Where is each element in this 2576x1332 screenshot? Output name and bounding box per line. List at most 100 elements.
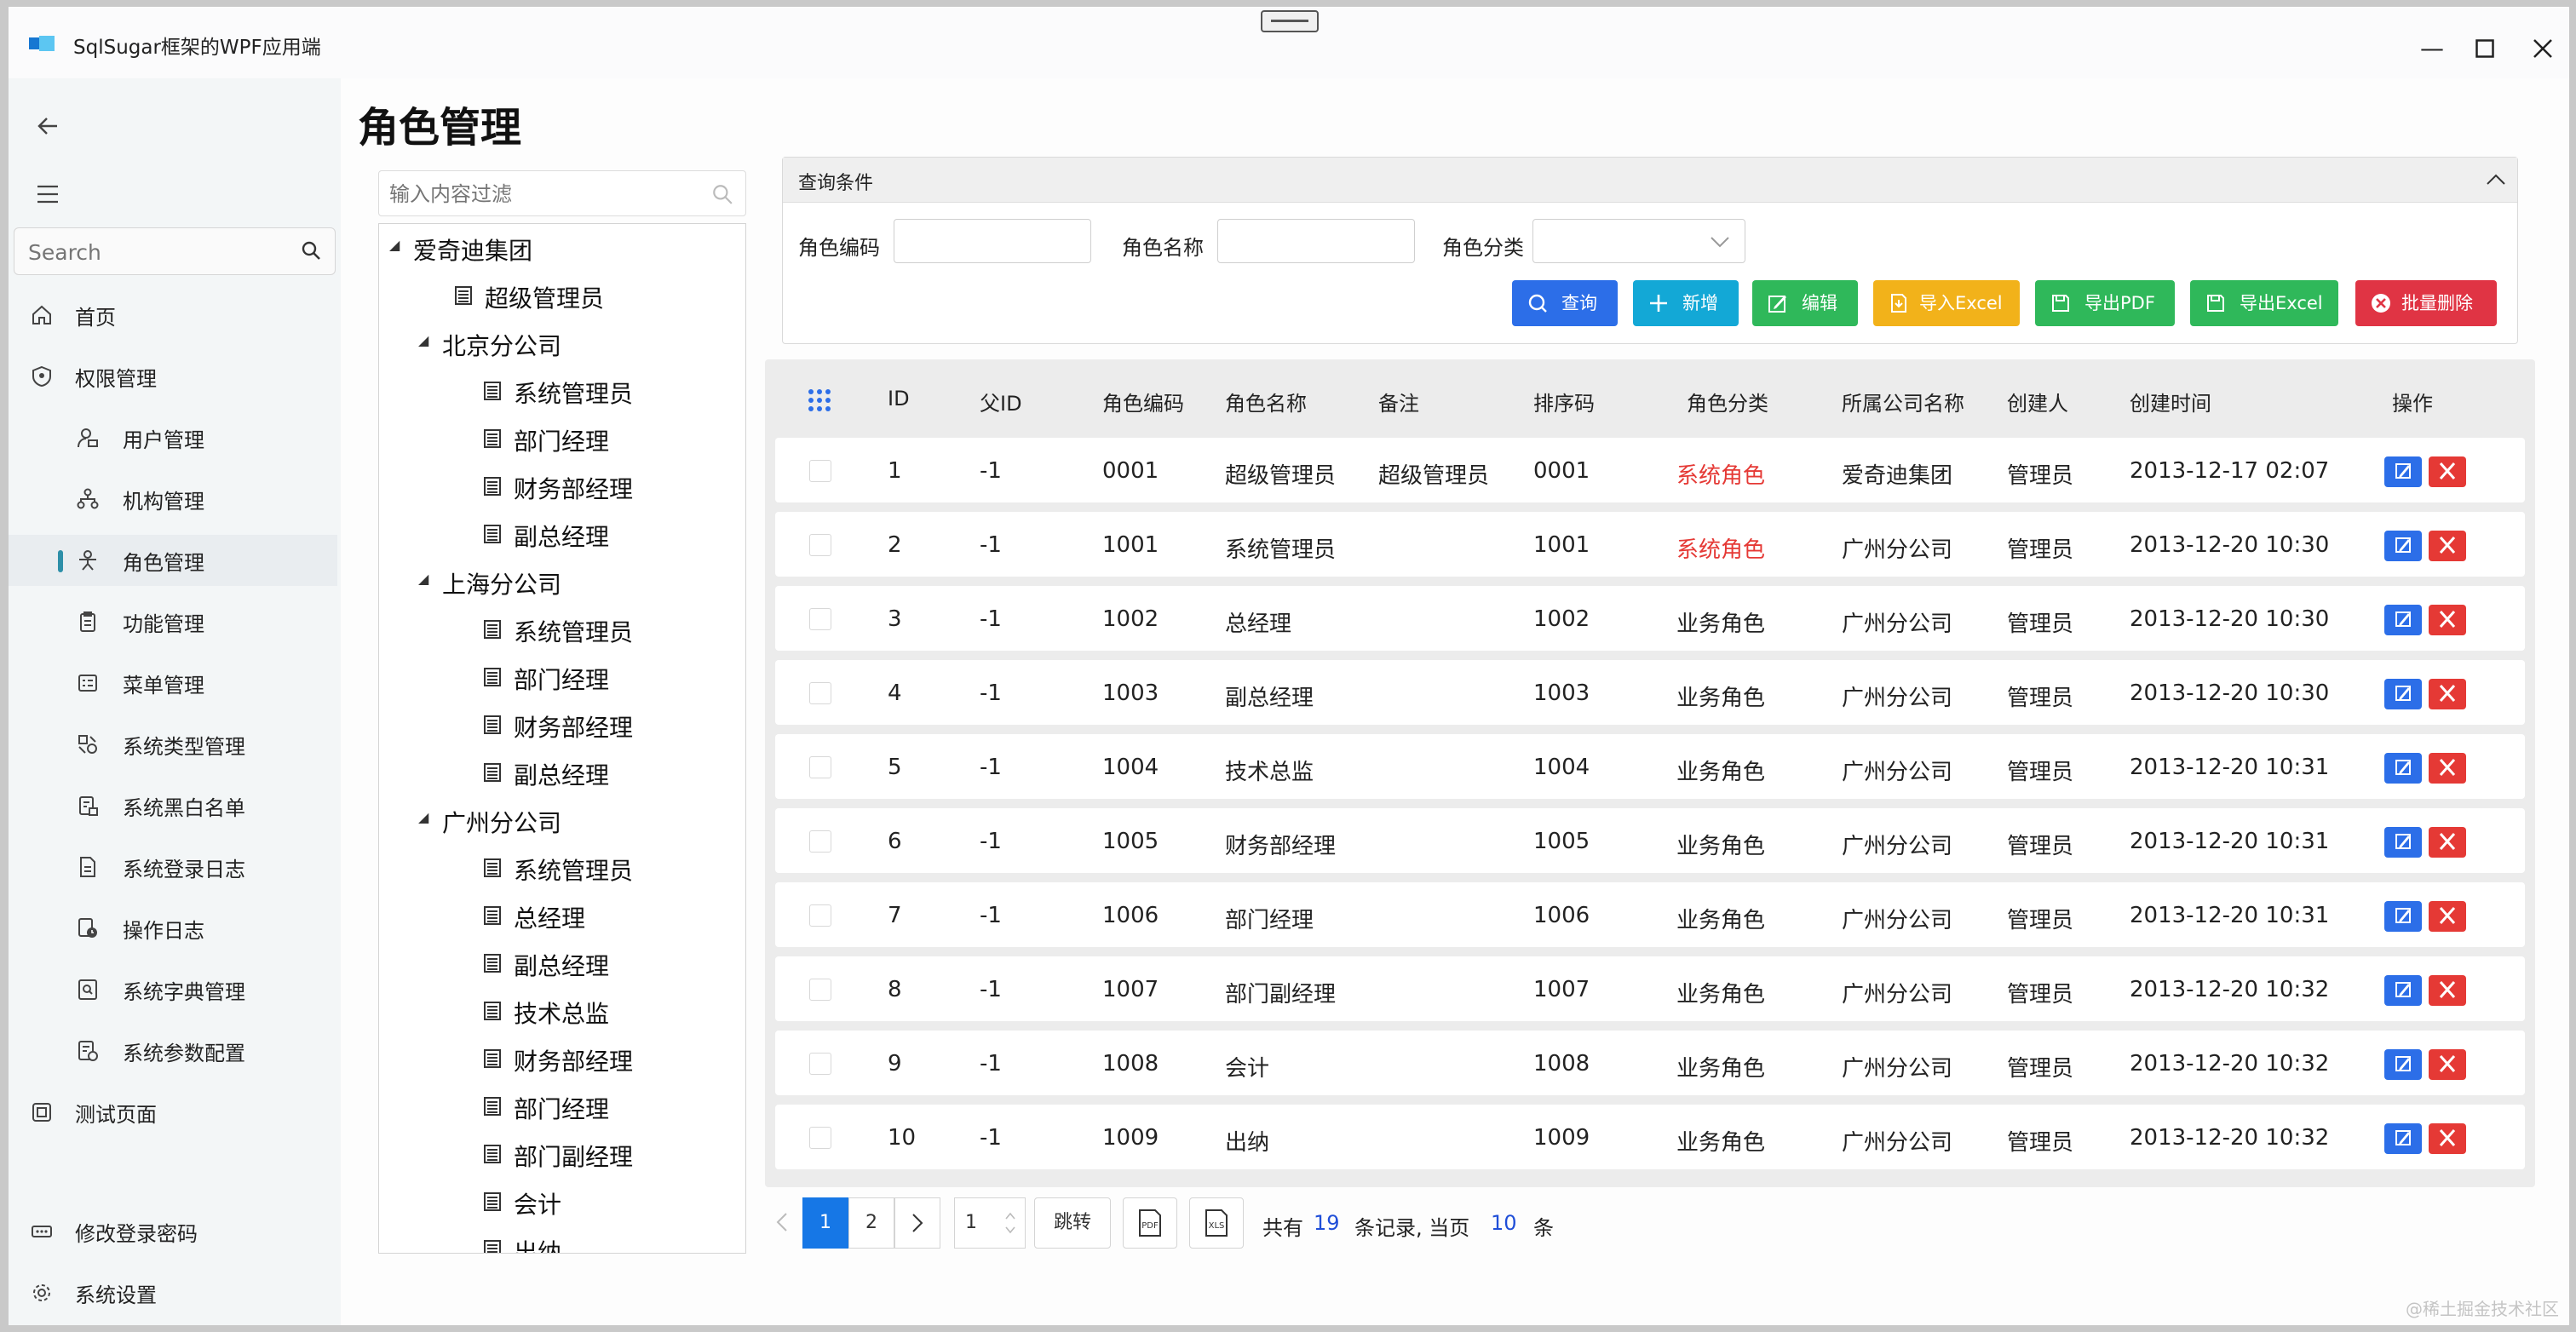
row-checkbox[interactable] (809, 904, 831, 927)
nav-item-parameters[interactable]: 系统参数配置 (9, 1025, 337, 1077)
row-delete-button[interactable] (2429, 1123, 2466, 1154)
row-delete-button[interactable] (2429, 531, 2466, 561)
table-row[interactable]: 4 -1 1003 副总经理 1003 业务角色 广州分公司 管理员 2013-12-20 10… (775, 660, 2525, 725)
row-delete-button[interactable] (2429, 975, 2466, 1006)
minimize-button[interactable]: — (2412, 29, 2452, 68)
table-row[interactable]: 10 -1 1009 出纳 1009 业务角色 广州分公司 管理员 2013-12-20 10:… (775, 1105, 2525, 1169)
nav-item-functions[interactable]: 功能管理 (9, 596, 337, 647)
tree-node[interactable]: 技术总监 (379, 994, 737, 1028)
tree-node[interactable]: 财务部经理 (379, 469, 737, 503)
nav-item-test-page[interactable]: 测试页面 (9, 1087, 337, 1138)
query-panel-header[interactable]: 查询条件 (783, 158, 2517, 203)
tree-node[interactable]: 部门经理 (379, 1089, 737, 1123)
nav-item-settings[interactable]: 系统设置 (9, 1267, 337, 1318)
row-checkbox[interactable] (809, 534, 831, 556)
tree-node[interactable]: 系统管理员 (379, 851, 737, 885)
column-header[interactable]: 排序码 (1533, 387, 1595, 416)
nav-item-operation-log[interactable]: 操作日志 (9, 903, 337, 954)
nav-item-change-password[interactable]: 修改登录密码 (9, 1206, 337, 1257)
nav-search-box[interactable] (14, 227, 336, 275)
role-code-input[interactable] (894, 219, 1091, 263)
import-excel-button[interactable]: 导入Excel (1873, 280, 2020, 326)
nav-item-roles[interactable]: 角色管理 (9, 535, 337, 586)
row-edit-button[interactable] (2384, 753, 2422, 784)
tree-node[interactable]: 部门经理 (379, 660, 737, 694)
tree-node[interactable]: ◢ 广州分公司 (379, 803, 737, 837)
row-delete-button[interactable] (2429, 605, 2466, 635)
jump-button[interactable]: 跳转 (1034, 1197, 1111, 1249)
column-header[interactable]: 创建人 (2007, 387, 2068, 416)
row-delete-button[interactable] (2429, 1049, 2466, 1080)
row-edit-button[interactable] (2384, 827, 2422, 858)
column-header[interactable]: ID (888, 387, 910, 411)
table-row[interactable]: 3 -1 1002 总经理 1002 业务角色 广州分公司 管理员 2013-12-20 10:… (775, 586, 2525, 651)
row-edit-button[interactable] (2384, 901, 2422, 932)
add-button[interactable]: 新增 (1633, 280, 1739, 326)
maximize-button[interactable] (2465, 29, 2504, 68)
row-delete-button[interactable] (2429, 901, 2466, 932)
nav-item-permission[interactable]: 权限管理 (9, 351, 337, 402)
tree-node[interactable]: 总经理 (379, 899, 737, 933)
table-row[interactable]: 2 -1 1001 系统管理员 1001 系统角色 广州分公司 管理员 2013-12-20 1… (775, 512, 2525, 577)
nav-item-login-log[interactable]: 系统登录日志 (9, 841, 337, 893)
org-tree[interactable]: ◢ 爱奇迪集团 超级管理员 ◢ 北京分公司 系统管理员 部门经理 财务部经理 副总经理 ◢ 上海分公… (378, 223, 746, 1254)
column-header[interactable]: 父ID (980, 387, 1022, 416)
tree-node[interactable]: 副总经理 (379, 946, 737, 980)
spinner-icon[interactable] (1004, 1210, 1016, 1236)
next-page-button[interactable] (894, 1197, 940, 1249)
nav-item-system-types[interactable]: 系统类型管理 (9, 719, 337, 770)
tree-node[interactable]: 系统管理员 (379, 612, 737, 646)
export-pdf-button[interactable]: 导出PDF (2035, 280, 2175, 326)
row-checkbox[interactable] (809, 830, 831, 853)
table-row[interactable]: 1 -1 0001 超级管理员 超级管理员 0001 系统角色 爱奇迪集团 管理员 2013-12… (775, 438, 2525, 502)
row-delete-button[interactable] (2429, 753, 2466, 784)
expand-toggle-icon[interactable]: ◢ (418, 333, 434, 348)
tree-node[interactable]: ◢ 北京分公司 (379, 326, 737, 360)
column-header[interactable]: 角色编码 (1102, 387, 1184, 416)
tree-node[interactable]: 副总经理 (379, 755, 737, 789)
tree-node[interactable]: ◢ 爱奇迪集团 (379, 231, 737, 265)
row-edit-button[interactable] (2384, 605, 2422, 635)
nav-item-blackwhite-list[interactable]: 系统黑白名单 (9, 780, 337, 831)
expand-toggle-icon[interactable]: ◢ (389, 238, 405, 253)
column-header[interactable]: 备注 (1378, 387, 1419, 416)
edit-button[interactable]: 编辑 (1752, 280, 1858, 326)
export-excel-button[interactable]: 导出Excel (2190, 280, 2338, 326)
table-row[interactable]: 9 -1 1008 会计 1008 业务角色 广州分公司 管理员 2013-12-20 10:3… (775, 1031, 2525, 1095)
table-row[interactable]: 8 -1 1007 部门副经理 1007 业务角色 广州分公司 管理员 2013-12-20 1… (775, 956, 2525, 1021)
nav-search-input[interactable] (26, 235, 285, 269)
row-delete-button[interactable] (2429, 456, 2466, 487)
tree-node[interactable]: 会计 (379, 1185, 737, 1219)
row-edit-button[interactable] (2384, 531, 2422, 561)
row-edit-button[interactable] (2384, 679, 2422, 709)
row-checkbox[interactable] (809, 608, 831, 630)
tree-node[interactable]: 部门经理 (379, 422, 737, 456)
row-checkbox[interactable] (809, 1053, 831, 1075)
column-header[interactable]: 角色名称 (1225, 387, 1307, 416)
tree-node[interactable]: 系统管理员 (379, 374, 737, 408)
row-checkbox[interactable] (809, 1127, 831, 1149)
tree-node[interactable]: ◢ 上海分公司 (379, 565, 737, 599)
drag-handle[interactable] (1261, 10, 1319, 32)
page-button-1[interactable]: 1 (802, 1197, 848, 1249)
tree-node[interactable]: 副总经理 (379, 517, 737, 551)
row-checkbox[interactable] (809, 756, 831, 778)
role-name-input[interactable] (1217, 219, 1415, 263)
column-header[interactable]: 操作 (2392, 387, 2433, 416)
column-header[interactable]: 创建时间 (2130, 387, 2211, 416)
column-chooser-icon[interactable] (806, 387, 833, 414)
nav-item-menus[interactable]: 菜单管理 (9, 657, 337, 709)
tree-filter-input[interactable] (388, 180, 698, 209)
expand-toggle-icon[interactable]: ◢ (418, 810, 434, 825)
prev-page-button[interactable] (765, 1197, 799, 1249)
row-checkbox[interactable] (809, 460, 831, 482)
tree-node[interactable]: 超级管理员 (379, 278, 737, 313)
search-button[interactable]: 查询 (1512, 280, 1618, 326)
title-bar[interactable]: SqlSugar框架的WPF应用端 — (9, 7, 2569, 78)
jump-page-input[interactable]: 1 (954, 1197, 1026, 1249)
nav-item-org[interactable]: 机构管理 (9, 474, 337, 525)
row-edit-button[interactable] (2384, 1049, 2422, 1080)
column-header[interactable]: 角色分类 (1687, 387, 1768, 416)
table-row[interactable]: 5 -1 1004 技术总监 1004 业务角色 广州分公司 管理员 2013-12-20 10… (775, 734, 2525, 799)
row-delete-button[interactable] (2429, 679, 2466, 709)
